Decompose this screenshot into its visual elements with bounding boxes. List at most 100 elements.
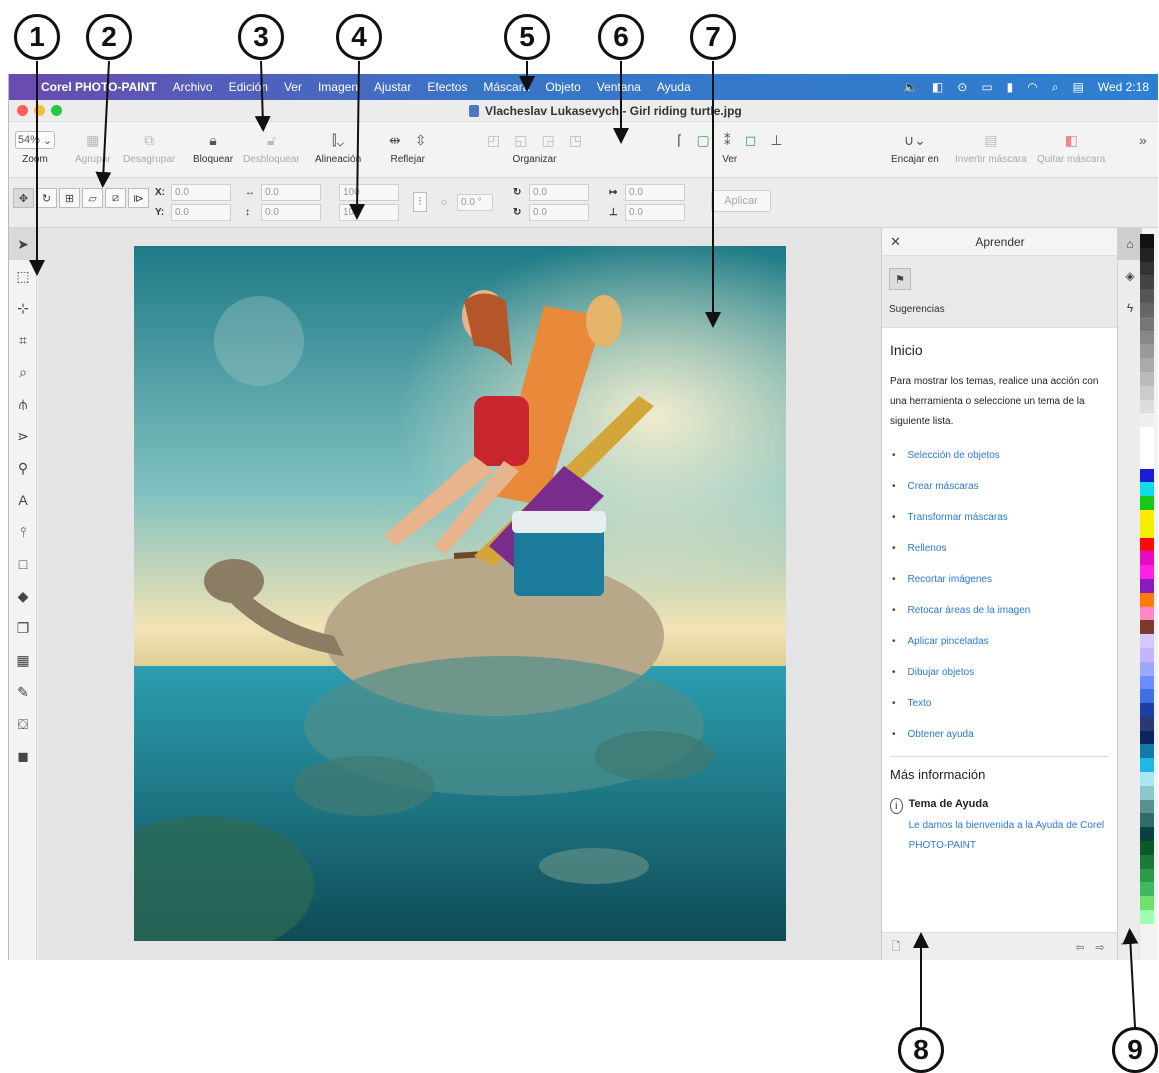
- menu-edicion[interactable]: Edición: [229, 80, 268, 94]
- topic-link-retouch[interactable]: Retocar áreas de la imagen: [890, 595, 1109, 626]
- fill-tool[interactable]: ⛋: [9, 708, 37, 740]
- menu-objeto[interactable]: Objeto: [545, 80, 580, 94]
- snap-dropdown[interactable]: ∪⌄ Encajar en: [891, 126, 939, 166]
- color-swatch[interactable]: [1140, 910, 1154, 924]
- clone-tool[interactable]: ⚲: [9, 452, 37, 484]
- menu-ajustar[interactable]: Ajustar: [374, 80, 411, 94]
- angle-field[interactable]: 0.0 °: [457, 193, 493, 211]
- play-icon[interactable]: ⊙: [957, 80, 967, 94]
- pen-tool[interactable]: ✎: [9, 676, 37, 708]
- menu-ventana[interactable]: Ventana: [597, 80, 641, 94]
- topic-link-get-help[interactable]: Obtener ayuda: [890, 719, 1109, 750]
- color-swatch[interactable]: [1140, 523, 1154, 538]
- dimension-icon[interactable]: ⊥: [770, 132, 782, 149]
- close-window-button[interactable]: [17, 105, 28, 116]
- color-swatch[interactable]: [1140, 896, 1154, 911]
- color-swatch[interactable]: [1140, 551, 1154, 566]
- color-swatch[interactable]: [1140, 316, 1154, 331]
- forward-icon[interactable]: ◱: [514, 132, 527, 149]
- paint-tool[interactable]: ⫯: [9, 516, 37, 548]
- new-document-icon[interactable]: 🗋: [888, 939, 904, 955]
- lock-button[interactable]: 🔒︎ Bloquear: [193, 126, 233, 166]
- color-swatch[interactable]: [1140, 799, 1154, 814]
- color-swatch[interactable]: [1140, 371, 1154, 386]
- forward-arrow-icon[interactable]: ⇨: [1092, 939, 1108, 955]
- object-tool[interactable]: ❐: [9, 612, 37, 644]
- color-swatch[interactable]: [1140, 344, 1154, 359]
- group-button[interactable]: ▦ Agrupar: [75, 126, 111, 166]
- color-swatch[interactable]: [1140, 399, 1154, 414]
- backward-icon[interactable]: ◲: [541, 132, 554, 149]
- color-swatch[interactable]: [1140, 565, 1154, 579]
- to-back-icon[interactable]: ◳: [569, 132, 582, 149]
- pick-tool[interactable]: ➤: [9, 228, 37, 260]
- height-field[interactable]: 0.0: [261, 203, 321, 221]
- eraser-tool[interactable]: ◆: [9, 580, 37, 612]
- apply-button[interactable]: Aplicar: [711, 190, 771, 212]
- eyedropper-tool[interactable]: ⫛: [9, 388, 37, 420]
- rotate-icon[interactable]: ↻: [36, 188, 57, 208]
- color-swatch[interactable]: [1140, 868, 1154, 883]
- skew-vertical-field[interactable]: 0.0: [625, 203, 685, 221]
- color-swatch[interactable]: [1140, 385, 1154, 400]
- interactive-fill-tool[interactable]: ▦: [9, 644, 37, 676]
- proportional-lock-icon[interactable]: ⫶: [413, 192, 427, 212]
- color-swatch[interactable]: [1140, 813, 1154, 828]
- hints-icon[interactable]: ⚑: [889, 268, 911, 290]
- skew-horizontal-field[interactable]: 0.0: [625, 183, 685, 201]
- color-swatches[interactable]: ◼: [9, 740, 37, 772]
- ungroup-button[interactable]: ⧉ Desagrupar: [123, 126, 175, 166]
- menu-archivo[interactable]: Archivo: [173, 80, 213, 94]
- color-swatch[interactable]: [1140, 302, 1154, 317]
- color-swatch[interactable]: [1140, 330, 1154, 345]
- grid-icon[interactable]: ⁑: [724, 132, 731, 149]
- color-swatch[interactable]: [1140, 854, 1154, 869]
- menu-ver[interactable]: Ver: [284, 80, 302, 94]
- position-icon[interactable]: ✥: [13, 188, 34, 208]
- color-swatch[interactable]: [1140, 772, 1154, 786]
- control-center-icon[interactable]: ▤: [1073, 80, 1084, 94]
- scale-icon[interactable]: ⊞: [59, 188, 80, 208]
- skew-icon[interactable]: ▱: [82, 188, 103, 208]
- color-swatch[interactable]: [1140, 454, 1154, 469]
- redeye-tool[interactable]: ⋗: [9, 420, 37, 452]
- rectangle-tool[interactable]: □: [9, 548, 37, 580]
- scale-width-field[interactable]: 100: [339, 183, 399, 201]
- color-swatch[interactable]: [1140, 468, 1154, 483]
- color-swatch[interactable]: [1140, 413, 1154, 428]
- document-image-canvas[interactable]: [134, 246, 786, 941]
- color-swatch[interactable]: [1140, 606, 1154, 621]
- topic-link-create-masks[interactable]: Crear máscaras: [890, 471, 1109, 502]
- to-front-icon[interactable]: ◰: [487, 132, 500, 149]
- color-swatch[interactable]: [1140, 675, 1154, 690]
- back-arrow-icon[interactable]: ⇦: [1072, 939, 1088, 955]
- color-swatch[interactable]: [1140, 716, 1154, 731]
- palette-more-icon[interactable]: ···: [1120, 936, 1132, 950]
- unlock-button[interactable]: 🔓︎ Desbloquear: [243, 126, 300, 166]
- mirror-vertical-icon[interactable]: ⇳: [415, 132, 427, 149]
- distort-icon[interactable]: ⧄: [105, 188, 126, 208]
- zoom-tool[interactable]: ⌕: [9, 356, 37, 388]
- topic-link-select-objects[interactable]: Selección de objetos: [890, 440, 1109, 471]
- clock[interactable]: Wed 2:18: [1098, 80, 1149, 94]
- align-dropdown[interactable]: ⫿⌄ Alineación: [315, 126, 361, 166]
- rotation-center-x-field[interactable]: 0.0: [529, 183, 589, 201]
- color-swatch[interactable]: [1140, 578, 1154, 593]
- learn-tab[interactable]: ⌂: [1118, 228, 1142, 260]
- rulers-icon[interactable]: ⌈: [677, 132, 682, 149]
- minimize-window-button[interactable]: [34, 105, 45, 116]
- color-swatch[interactable]: [1140, 730, 1154, 745]
- color-swatch[interactable]: [1140, 647, 1154, 662]
- color-swatch[interactable]: [1140, 634, 1154, 648]
- color-swatch[interactable]: [1140, 427, 1154, 441]
- topic-link-crop-images[interactable]: Recortar imágenes: [890, 564, 1109, 595]
- volume-icon[interactable]: 🔈: [903, 80, 918, 94]
- color-swatch[interactable]: [1140, 440, 1154, 455]
- color-swatch[interactable]: [1140, 275, 1154, 290]
- text-tool[interactable]: A: [9, 484, 37, 516]
- menu-efectos[interactable]: Efectos: [427, 80, 467, 94]
- toolbar-overflow-button[interactable]: »: [1139, 126, 1147, 154]
- topic-link-transform-masks[interactable]: Transformar máscaras: [890, 502, 1109, 533]
- color-swatch[interactable]: [1140, 247, 1154, 262]
- color-swatch[interactable]: [1140, 620, 1154, 635]
